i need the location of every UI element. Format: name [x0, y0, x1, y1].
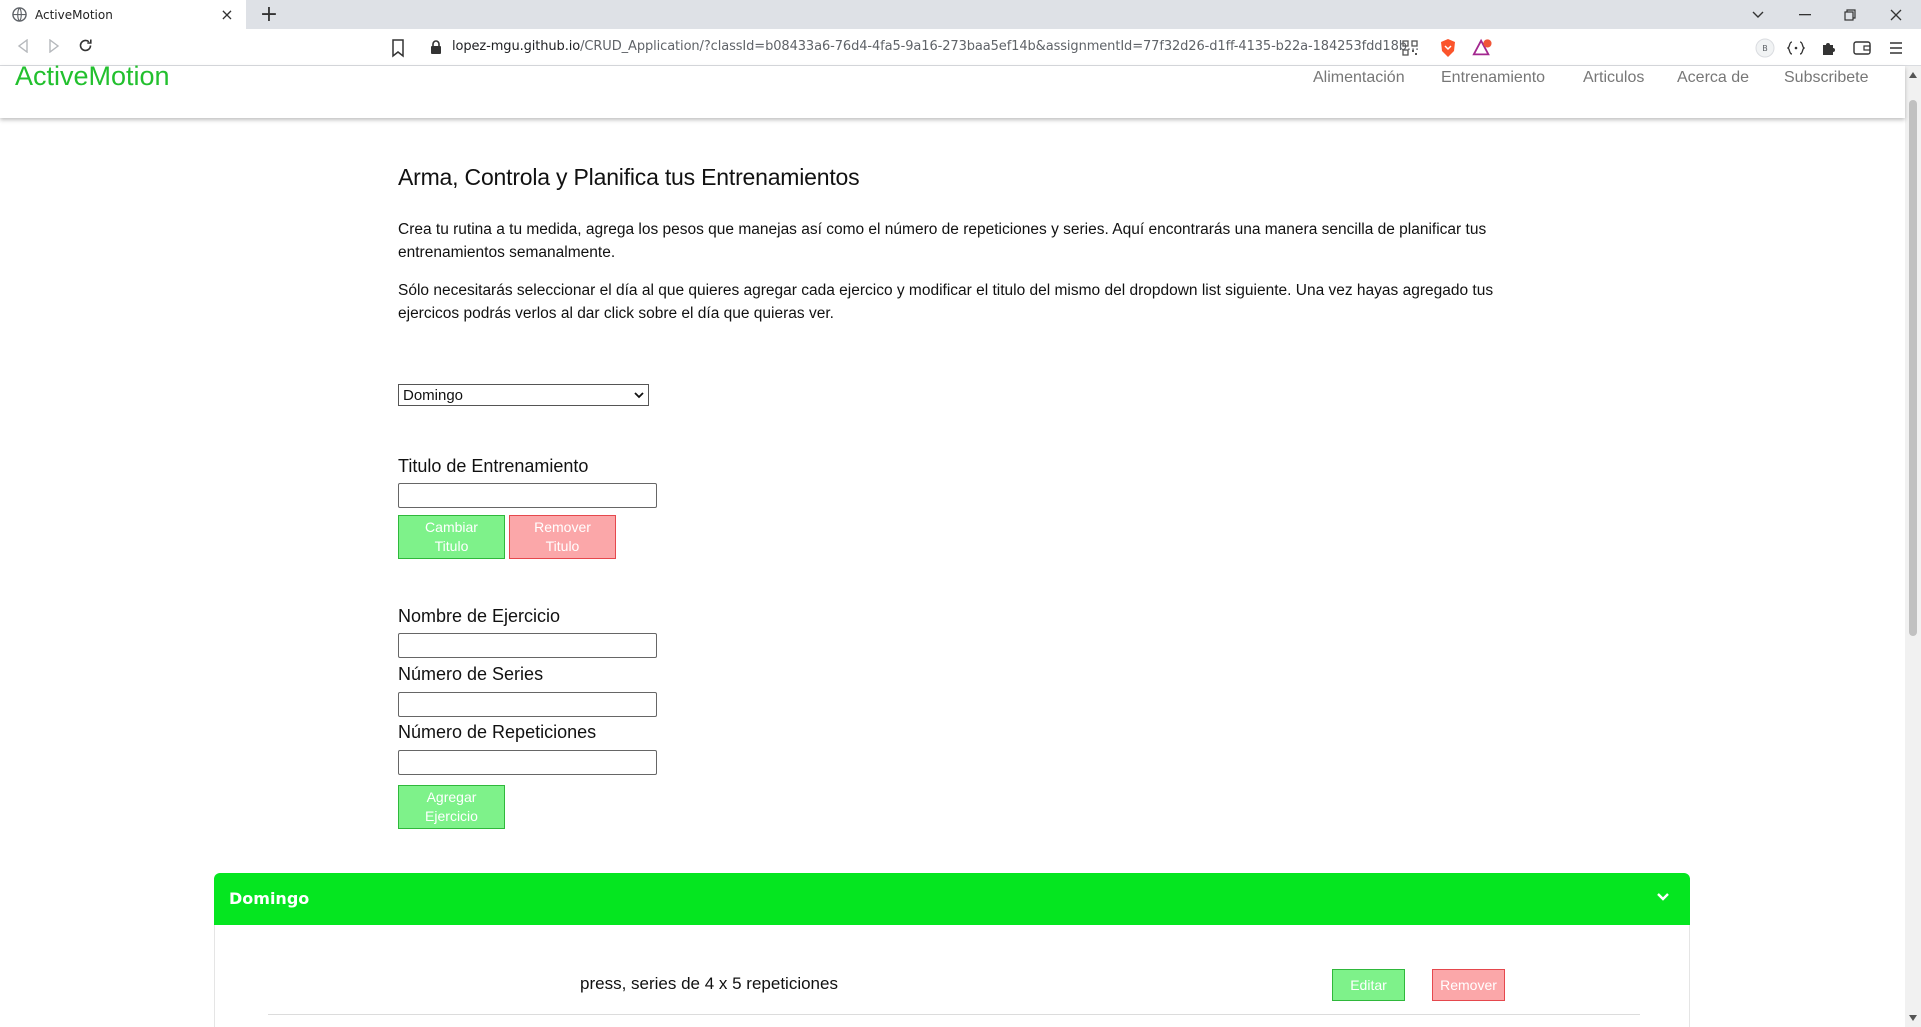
minimize-icon[interactable]: [1795, 0, 1815, 29]
window-close-icon[interactable]: [1886, 0, 1906, 29]
site-header: ActiveMotion Alimentación Entrenamiento …: [0, 63, 1905, 118]
series-label: Número de Series: [398, 664, 544, 684]
title-input[interactable]: [398, 483, 657, 508]
remove-title-button[interactable]: Remover Titulo: [509, 515, 616, 559]
edit-exercise-button[interactable]: Editar: [1332, 969, 1405, 1001]
lock-icon[interactable]: [430, 40, 442, 54]
tab-title: ActiveMotion: [35, 7, 113, 22]
back-icon[interactable]: [12, 37, 34, 59]
puzzle-icon[interactable]: [1819, 38, 1839, 58]
nav-link-acerca-de[interactable]: Acerca de: [1677, 66, 1749, 90]
day-select-value: Domingo: [403, 386, 464, 404]
intro-paragraph: Crea tu rutina a tu medida, agrega los p…: [398, 221, 1487, 261]
bookmark-icon[interactable]: [389, 38, 407, 58]
chevron-down-icon: [634, 391, 644, 398]
brand-logo[interactable]: ActiveMotion: [15, 63, 170, 90]
qr-code-icon[interactable]: [1400, 38, 1420, 58]
brave-rewards-icon[interactable]: [1472, 38, 1492, 58]
extension-brackets-icon[interactable]: [1786, 38, 1806, 58]
chevron-down-icon: [1657, 893, 1669, 901]
accordion-header-domingo[interactable]: Domingo: [214, 873, 1690, 925]
nav-link-alimentacion[interactable]: Alimentación: [1313, 66, 1405, 90]
exercise-item-text: press, series de 4 x 5 repeticiones: [580, 974, 838, 993]
exercise-name-label: Nombre de Ejercicio: [398, 606, 561, 626]
reps-input[interactable]: [398, 750, 657, 775]
title-label: Titulo de Entrenamiento: [398, 456, 589, 476]
close-icon[interactable]: ×: [218, 5, 236, 24]
page-scrollbar[interactable]: [1905, 66, 1921, 1027]
scroll-down-icon[interactable]: [1909, 1015, 1917, 1021]
url-field[interactable]: lopez-mgu.github.io/CRUD_Application/?cl…: [452, 39, 1419, 54]
menu-icon[interactable]: [1886, 38, 1906, 58]
day-select[interactable]: Domingo: [398, 384, 649, 406]
globe-icon: [12, 7, 27, 22]
forward-icon[interactable]: [43, 37, 65, 59]
reps-label: Número de Repeticiones: [398, 722, 597, 742]
row-divider: [268, 1014, 1640, 1015]
browser-tab-strip: ActiveMotion × +: [0, 0, 1921, 29]
brave-shield-icon[interactable]: [1438, 38, 1458, 58]
nav-link-entrenamiento[interactable]: Entrenamiento: [1441, 66, 1545, 90]
change-title-button[interactable]: Cambiar Titulo: [398, 515, 505, 559]
address-toolbar: lopez-mgu.github.io/CRUD_Application/?cl…: [0, 29, 1921, 66]
wallet-icon[interactable]: [1852, 38, 1872, 58]
profile-avatar-icon[interactable]: B: [1755, 38, 1775, 58]
intro-section: Arma, Controla y Planifica tus Entrenami…: [398, 164, 1510, 322]
exercise-name-input[interactable]: [398, 633, 657, 658]
instructions-paragraph: Sólo necesitarás seleccionar el día al q…: [398, 282, 1494, 322]
browser-tab[interactable]: ActiveMotion ×: [0, 0, 246, 29]
nav-link-subscribete[interactable]: Subscribete: [1784, 66, 1869, 90]
restore-icon[interactable]: [1840, 0, 1860, 29]
remove-exercise-button[interactable]: Remover: [1432, 969, 1505, 1001]
chevron-down-icon[interactable]: [1748, 0, 1768, 29]
page-title: Arma, Controla y Planifica tus Entrenami…: [398, 164, 860, 190]
scroll-up-icon[interactable]: [1909, 72, 1917, 78]
svg-text:B: B: [1762, 44, 1768, 53]
new-tab-button[interactable]: +: [256, 3, 282, 27]
nav-link-articulos[interactable]: Articulos: [1583, 66, 1644, 90]
reload-icon[interactable]: [74, 37, 96, 59]
accordion-title: Domingo: [229, 889, 310, 908]
series-input[interactable]: [398, 692, 657, 717]
add-exercise-button[interactable]: Agregar Ejercicio: [398, 785, 505, 829]
scrollbar-thumb[interactable]: [1909, 100, 1917, 636]
